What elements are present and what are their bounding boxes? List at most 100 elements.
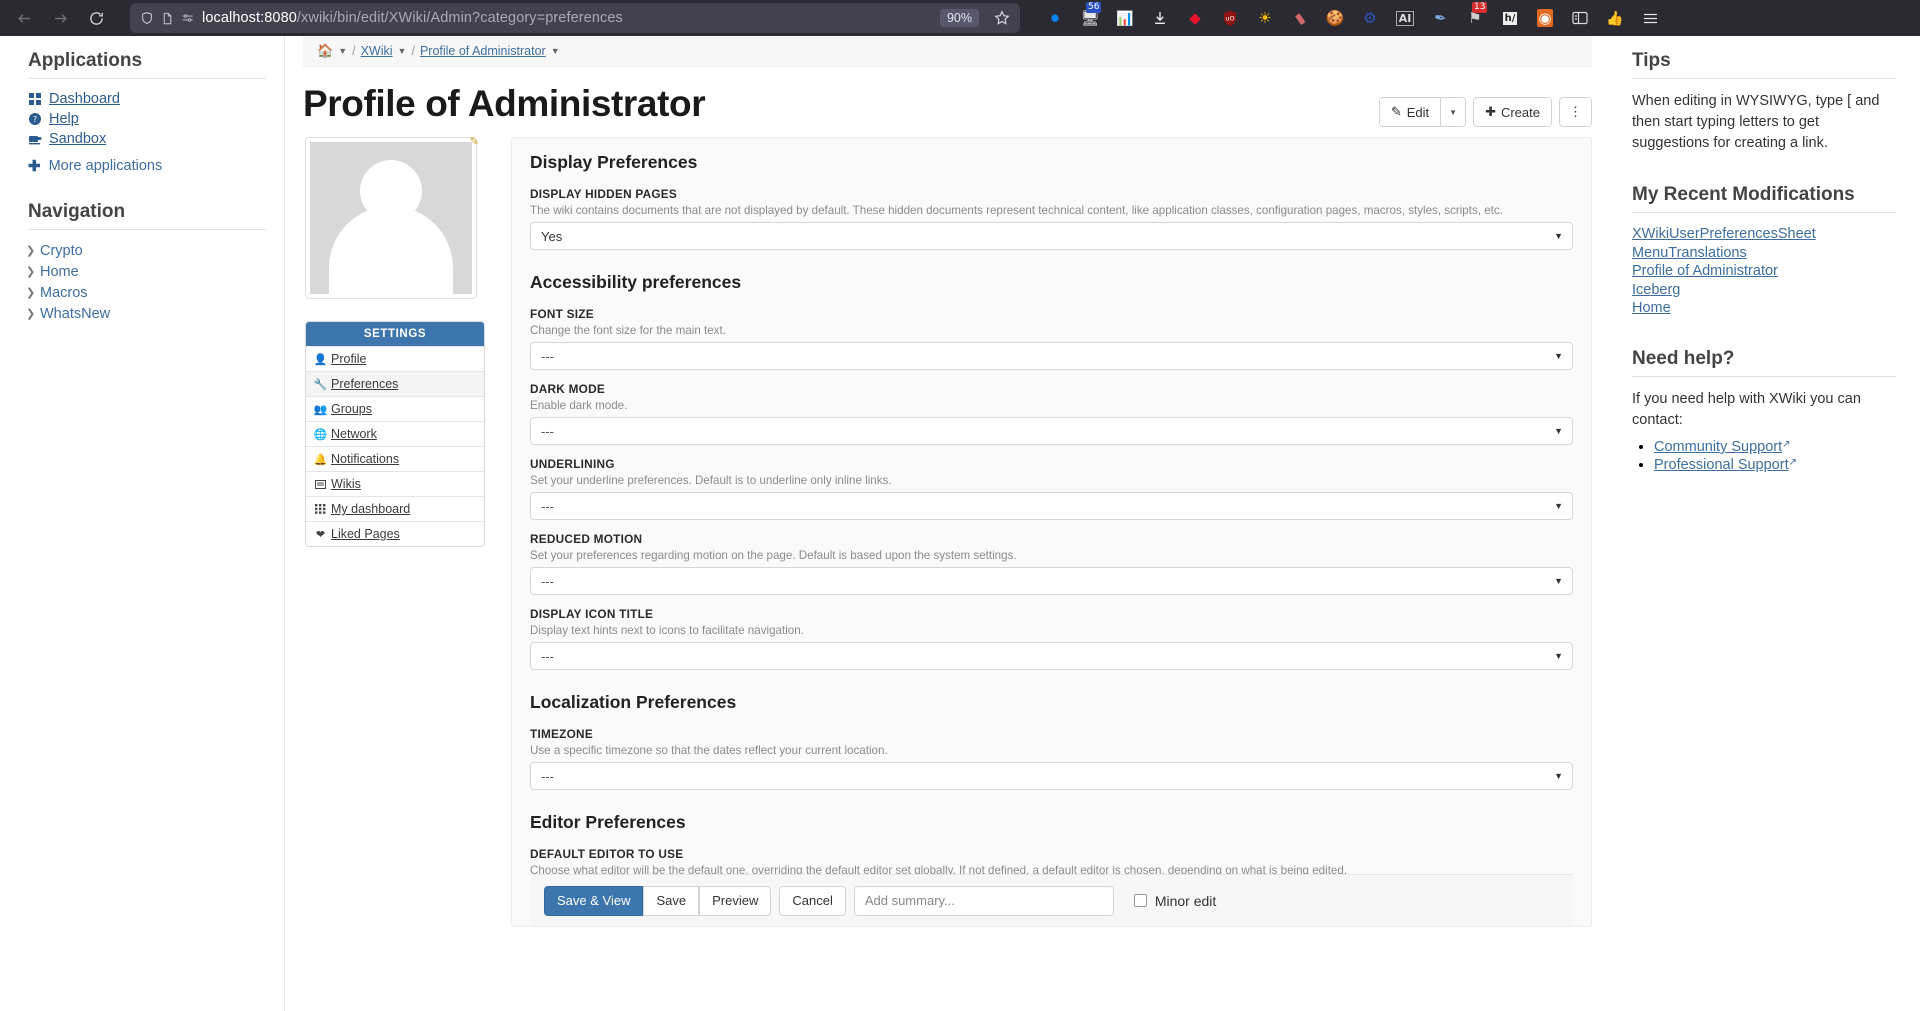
more-applications-link[interactable]: ✚ More applications	[0, 149, 284, 175]
nav-item-home[interactable]: ❯ Home	[0, 261, 284, 282]
field-label-font-size: FONT SIZE	[530, 307, 594, 321]
select-dark-mode[interactable]: --- ▼	[530, 417, 1573, 445]
breadcrumb-profile-caret-icon[interactable]: ▼	[551, 46, 560, 56]
professional-support-link[interactable]: Professional Support	[1654, 457, 1789, 473]
list-item: Professional Support↗	[1654, 457, 1896, 474]
h-note-icon[interactable]: h/	[1499, 7, 1521, 29]
recent-link-4[interactable]: Home	[1632, 299, 1896, 318]
cancel-button[interactable]: Cancel	[779, 885, 846, 916]
settings-item-liked-pages[interactable]: ❤ Liked Pages	[306, 521, 484, 546]
nav-label-crypto[interactable]: Crypto	[40, 243, 83, 259]
app-menu-icon[interactable]	[1639, 7, 1661, 29]
preview-button[interactable]: Preview	[699, 885, 772, 916]
dashboard-grid-icon	[28, 93, 42, 105]
sidebar-item-sandbox[interactable]: Sandbox	[0, 129, 284, 149]
orange-lens-icon[interactable]: ◉	[1534, 7, 1556, 29]
screen-recorder-icon[interactable]: 🖥 56	[1079, 2, 1102, 29]
minor-edit-checkbox[interactable]	[1133, 894, 1147, 907]
settings-item-network[interactable]: 🌐 Network	[306, 421, 484, 446]
sun-brightness-icon[interactable]: ☀	[1254, 7, 1276, 29]
profile-avatar-icon[interactable]: ●	[1044, 7, 1066, 29]
breadcrumb-link-xwiki[interactable]: XWiki	[361, 44, 393, 58]
field-hint-display-hidden-pages: The wiki contains documents that are not…	[530, 204, 1503, 217]
address-bar[interactable]: localhost:8080/xwiki/bin/edit/XWiki/Admi…	[130, 3, 1020, 33]
select-font-size[interactable]: --- ▼	[530, 342, 1573, 370]
select-underlining[interactable]: --- ▼	[530, 492, 1573, 520]
select-display-hidden-pages[interactable]: Yes ▼	[530, 222, 1573, 250]
sidebar-item-help[interactable]: ? Help	[0, 109, 284, 129]
svg-text:uO: uO	[1225, 14, 1234, 22]
recent-link-0[interactable]: XWikiUserPreferencesSheet	[1632, 225, 1896, 244]
bookmark-star-icon[interactable]	[990, 10, 1014, 26]
breadcrumb-link-profile[interactable]: Profile of Administrator	[420, 44, 546, 58]
nav-label-whatsnew[interactable]: WhatsNew	[40, 306, 110, 322]
sidebar-link-dashboard[interactable]: Dashboard	[49, 91, 120, 107]
ai-icon[interactable]: AI	[1394, 7, 1416, 29]
nav-item-crypto[interactable]: ❯ Crypto	[0, 240, 284, 261]
red-diamond-icon[interactable]: ◆	[1184, 7, 1206, 29]
minor-edit-control[interactable]: Minor edit	[1133, 893, 1216, 909]
nav-item-whatsnew[interactable]: ❯ WhatsNew	[0, 303, 284, 324]
select-timezone[interactable]: --- ▼	[530, 762, 1573, 790]
nav-label-home[interactable]: Home	[40, 264, 79, 280]
recent-link-1[interactable]: MenuTranslations	[1632, 244, 1896, 263]
eraser-icon[interactable]: ▮	[1289, 7, 1311, 29]
edit-button[interactable]: ✎ Edit	[1378, 97, 1441, 127]
sidebar-toggle-icon[interactable]	[1569, 7, 1591, 29]
select-display-icon-title[interactable]: --- ▼	[530, 642, 1573, 670]
forward-button[interactable]	[44, 3, 76, 33]
save-button[interactable]: Save	[643, 885, 700, 916]
breadcrumb-home-caret-icon[interactable]: ▼	[338, 46, 347, 56]
pen-icon[interactable]: ✒	[1429, 7, 1451, 29]
nav-item-macros[interactable]: ❯ Macros	[0, 282, 284, 303]
home-icon[interactable]: 🏠	[317, 43, 333, 59]
more-actions-button[interactable]: ⋮	[1559, 97, 1592, 127]
save-and-view-button[interactable]: Save & View	[544, 885, 644, 916]
settings-menu-title: SETTINGS	[306, 322, 484, 346]
sidebar-item-dashboard[interactable]: Dashboard	[0, 89, 284, 109]
cookie-icon[interactable]: 🍪	[1324, 7, 1346, 29]
chevron-right-icon[interactable]: ❯	[26, 265, 35, 278]
chevron-down-icon: ▼	[1554, 501, 1563, 511]
reload-button[interactable]	[80, 3, 112, 33]
create-button[interactable]: ✚ Create	[1473, 97, 1552, 127]
edit-dropdown-button[interactable]: ▼	[1440, 97, 1467, 127]
settings-item-groups[interactable]: 👥 Groups	[306, 396, 484, 421]
extensions-area: ● 🖥 56 📊 ◆ uO ☀ ▮ 🍪 ⚙ AI ✒ ⚑ 13 h/ ◉ 👍	[1044, 2, 1912, 29]
field-hint-timezone: Use a specific timezone so that the date…	[530, 744, 888, 757]
settings-item-notifications[interactable]: 🔔 Notifications	[306, 446, 484, 471]
zoom-level-badge[interactable]: 90%	[939, 9, 979, 27]
thumbs-up-icon[interactable]: 👍	[1604, 7, 1626, 29]
sidebar-link-help[interactable]: Help	[49, 111, 79, 127]
section-title-localization-preferences: Localization Preferences	[530, 692, 737, 712]
coffee-cup-icon	[28, 134, 42, 145]
recent-link-3[interactable]: Iceberg	[1632, 281, 1896, 300]
ublock-shield-icon[interactable]: uO	[1219, 7, 1241, 29]
settings-item-profile[interactable]: 👤 Profile	[306, 346, 484, 371]
avatar-edit-icon[interactable]: ✎	[470, 135, 479, 148]
settings-item-preferences[interactable]: 🔧 Preferences	[306, 371, 484, 396]
edit-button-label: Edit	[1406, 104, 1430, 120]
settings-label-liked-pages: Liked Pages	[331, 527, 400, 541]
pencil-icon: ✎	[1390, 104, 1402, 119]
recent-link-2[interactable]: Profile of Administrator	[1632, 262, 1896, 281]
settings-item-wikis[interactable]: Wikis	[306, 471, 484, 496]
summary-input[interactable]: Add summary...	[853, 885, 1114, 916]
flag-icon[interactable]: ⚑ 13	[1464, 2, 1488, 29]
chevron-right-icon[interactable]: ❯	[26, 307, 35, 320]
chevron-right-icon[interactable]: ❯	[26, 244, 35, 257]
back-button[interactable]	[8, 3, 40, 33]
blue-gear-icon[interactable]: ⚙	[1359, 7, 1381, 29]
window-icon	[314, 479, 327, 489]
chevron-right-icon[interactable]: ❯	[26, 286, 35, 299]
nav-label-macros[interactable]: Macros	[40, 285, 88, 301]
select-reduced-motion[interactable]: --- ▼	[530, 567, 1573, 595]
chevron-down-icon: ▼	[1554, 651, 1563, 661]
community-support-link[interactable]: Community Support	[1654, 439, 1782, 455]
breadcrumb-xwiki-caret-icon[interactable]: ▼	[398, 46, 407, 56]
download-icon[interactable]	[1149, 7, 1171, 29]
spreadsheet-icon[interactable]: 📊	[1114, 7, 1136, 29]
settings-item-my-dashboard[interactable]: My dashboard	[306, 496, 484, 521]
sidebar-link-sandbox[interactable]: Sandbox	[49, 131, 106, 147]
recent-modifications-list: XWikiUserPreferencesSheet MenuTranslatio…	[1632, 225, 1896, 318]
